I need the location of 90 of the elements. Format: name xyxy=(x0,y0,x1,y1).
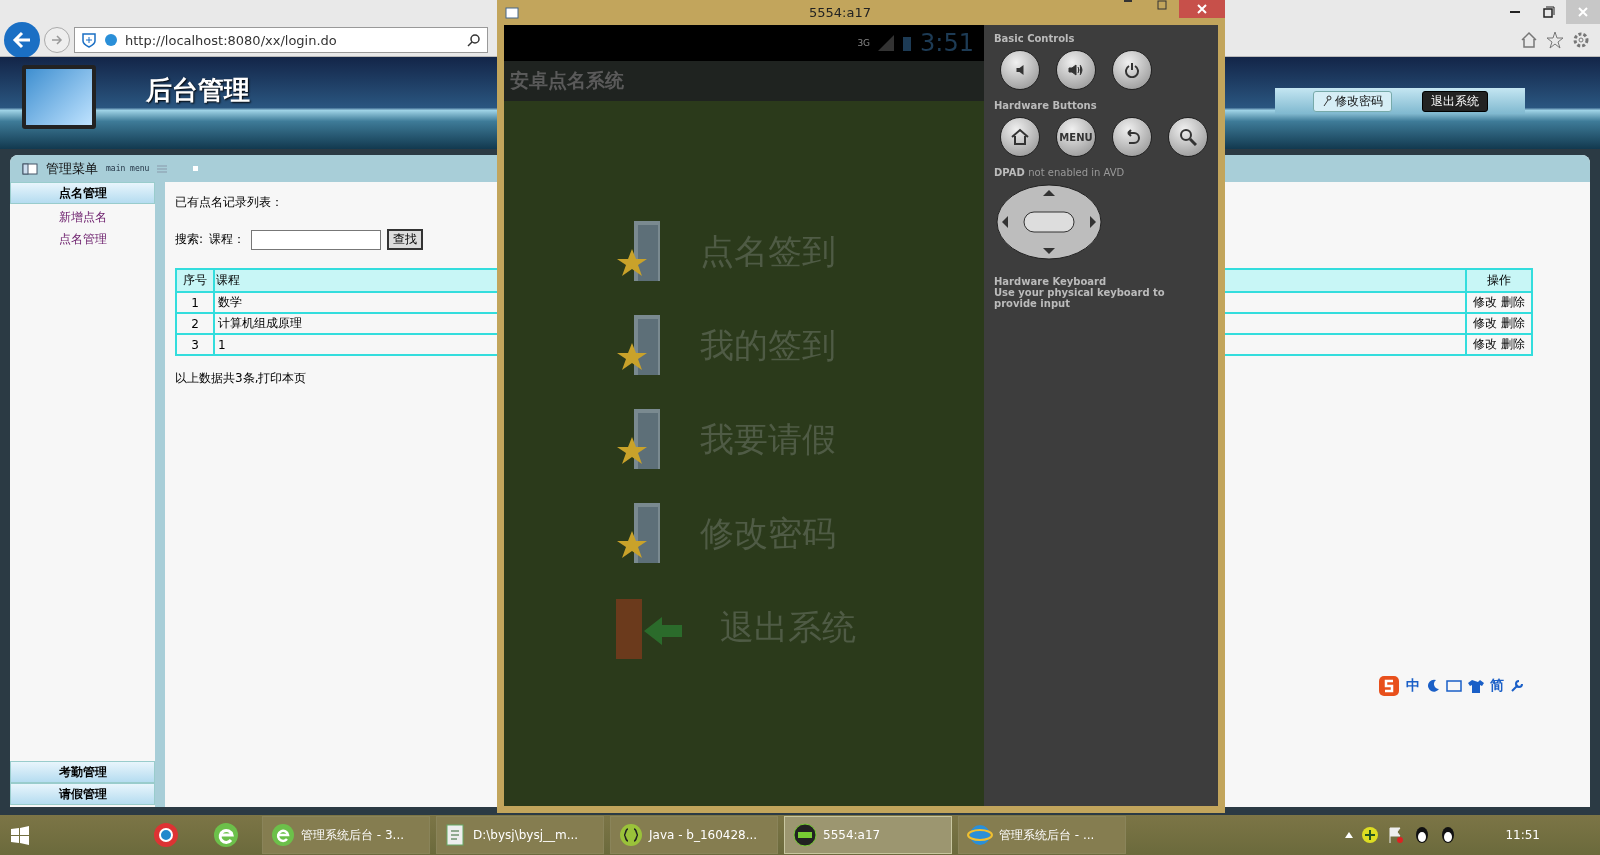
shield-icon xyxy=(81,32,97,48)
home-button[interactable] xyxy=(1000,117,1040,157)
section-label: Basic Controls xyxy=(994,33,1076,44)
column-header: 序号 xyxy=(176,269,214,292)
back-button[interactable] xyxy=(4,22,40,58)
url-text: http://localhost:8080/xx/login.do xyxy=(125,32,338,48)
search-icon xyxy=(1179,128,1197,146)
notepad-icon xyxy=(445,823,467,847)
shirt-icon xyxy=(1468,679,1484,693)
list-heading: 已有点名记录列表： xyxy=(175,194,284,211)
taskbar-window-button[interactable]: 管理系统后台 - ... xyxy=(958,816,1126,854)
site-title: 后台管理 xyxy=(146,74,250,107)
caret-up-icon xyxy=(1345,832,1354,838)
window-icon xyxy=(505,6,519,19)
battery-icon xyxy=(902,34,913,52)
app-title: 安卓点名系统 xyxy=(504,61,984,101)
course-input-field[interactable] xyxy=(251,229,382,250)
menu-subtitle: main menu xyxy=(106,164,150,173)
star-icon xyxy=(1546,31,1564,49)
menu-section-header[interactable]: 请假管理 xyxy=(10,783,155,805)
moon-icon xyxy=(1426,679,1440,693)
e-logo-icon xyxy=(271,823,295,847)
volume-up-button[interactable] xyxy=(1056,50,1096,90)
action-link[interactable]: 删除 xyxy=(1501,295,1525,309)
plus-icon xyxy=(1361,826,1380,844)
table-cell: 3 xyxy=(176,334,214,355)
signal-icon xyxy=(878,35,895,51)
emulator-title: 5554:a17 xyxy=(809,5,871,20)
arrow-left-icon xyxy=(12,30,32,50)
menu-title: 管理菜单 xyxy=(46,159,98,178)
browser-icon xyxy=(152,821,180,849)
close-icon xyxy=(1577,6,1589,18)
search-label: 搜索: xyxy=(175,231,204,248)
braces-icon xyxy=(619,823,643,847)
data-summary: 以上数据共3条,打印本页 xyxy=(175,371,307,385)
power-icon xyxy=(1124,62,1140,78)
power-button[interactable] xyxy=(1112,50,1152,90)
taskbar-window-button[interactable]: Java - b_160428... xyxy=(610,816,778,854)
section-label: Hardware Buttons xyxy=(994,100,1098,111)
ime-mode[interactable]: 中 xyxy=(1406,677,1420,695)
column-header: 操作 xyxy=(1466,269,1532,292)
arrow-right-icon xyxy=(50,33,64,47)
keyboard-icon xyxy=(1446,680,1462,692)
key-icon xyxy=(1321,95,1332,107)
course-label: 课程： xyxy=(209,231,246,248)
search-button[interactable] xyxy=(1168,117,1208,157)
menu-section-header[interactable]: 考勤管理 xyxy=(10,761,155,783)
action-link[interactable]: 删除 xyxy=(1501,316,1525,330)
windows-logo-icon xyxy=(10,825,30,845)
flag-icon xyxy=(1387,826,1406,844)
find-button[interactable]: 查找 xyxy=(387,229,424,250)
menu-button[interactable]: MENU xyxy=(1056,117,1096,157)
header-button[interactable]: 修改密码 xyxy=(1312,90,1392,112)
e-logo-icon xyxy=(212,821,240,849)
s-logo-icon xyxy=(1378,675,1400,697)
back-button[interactable] xyxy=(1112,117,1152,157)
status-time: 3:51 xyxy=(920,29,974,57)
section-label: DPAD not enabled in AVD xyxy=(994,167,1126,178)
minimize-icon xyxy=(1510,11,1520,13)
speaker-loud-icon xyxy=(1067,62,1085,78)
close-icon xyxy=(1197,4,1207,14)
action-link[interactable]: 修改 xyxy=(1473,316,1497,330)
action-link[interactable]: 修改 xyxy=(1473,295,1497,309)
table-cell: 2 xyxy=(176,313,214,334)
settings-icon xyxy=(1572,31,1590,49)
menu-link[interactable]: 新增点名 xyxy=(58,209,107,226)
action-link[interactable]: 删除 xyxy=(1501,337,1525,351)
section-label: Hardware Keyboard xyxy=(994,276,1107,287)
menu-link[interactable]: 点名管理 xyxy=(58,231,107,248)
ime-charset[interactable]: 简 xyxy=(1490,677,1504,695)
restore-icon xyxy=(1543,6,1555,18)
menu-section-header[interactable]: 点名管理 xyxy=(10,182,155,204)
search-icon xyxy=(467,33,481,47)
wrench-icon xyxy=(1510,679,1524,693)
taskbar-window-button[interactable]: 管理系统后台 - 3... xyxy=(262,816,430,854)
lines-icon xyxy=(157,163,168,174)
minimize-icon xyxy=(1124,0,1132,2)
panel-icon xyxy=(22,162,38,175)
action-link[interactable]: 修改 xyxy=(1473,337,1497,351)
volume-down-button[interactable] xyxy=(1000,50,1040,90)
maximize-icon xyxy=(1157,0,1167,10)
header-button[interactable]: 退出系统 xyxy=(1421,90,1488,112)
speaker-icon xyxy=(1015,64,1025,76)
clock: 11:51 xyxy=(1505,828,1540,842)
home-icon xyxy=(1010,128,1030,146)
table-cell: 1 xyxy=(176,292,214,313)
home-icon xyxy=(1520,31,1538,49)
taskbar-window-button[interactable]: D:\bysj\bysj__m... xyxy=(436,816,604,854)
address-bar[interactable]: http://localhost:8080/xx/login.do xyxy=(74,27,488,53)
network-label: 3G xyxy=(857,38,871,48)
